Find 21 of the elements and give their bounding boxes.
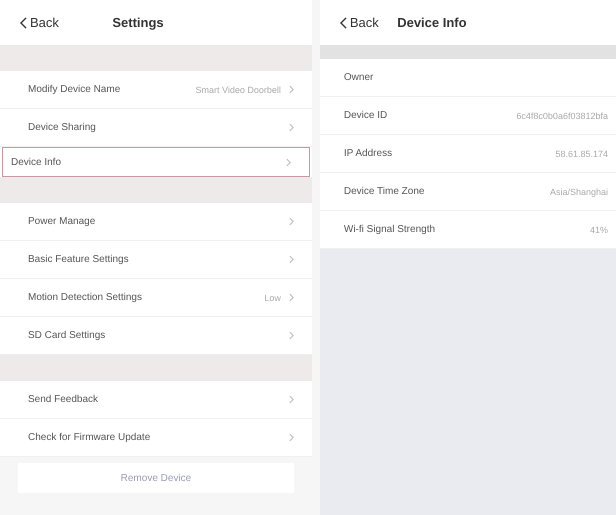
chevron-right-icon [286,158,291,166]
chevron-right-icon [288,433,294,442]
back-chevron-icon [20,16,27,28]
info-row: Wi-fi Signal Strength 41% [320,211,616,249]
info-row: Device Time Zone Asia/Shanghai [320,173,616,211]
chevron-right-icon [288,293,294,302]
screen-title: Settings [112,15,164,30]
info-row: Owner [320,59,616,97]
chevron-right-icon [288,331,294,340]
chevron-right-icon [288,85,294,94]
chevron-right-icon [288,123,294,132]
info-row: IP Address 58.61.85.174 [320,135,616,173]
settings-item[interactable]: Device Info [2,147,310,177]
back-button[interactable]: Back [20,15,59,30]
back-chevron-icon [340,16,347,28]
back-button[interactable]: Back [340,15,379,30]
screen-title: Device Info [397,15,467,30]
chevron-right-icon [288,217,294,226]
chevron-right-icon [288,395,294,404]
info-row: Device ID 6c4f8c0b0a6f03812bfa [320,97,616,135]
chevron-right-icon [288,255,294,264]
